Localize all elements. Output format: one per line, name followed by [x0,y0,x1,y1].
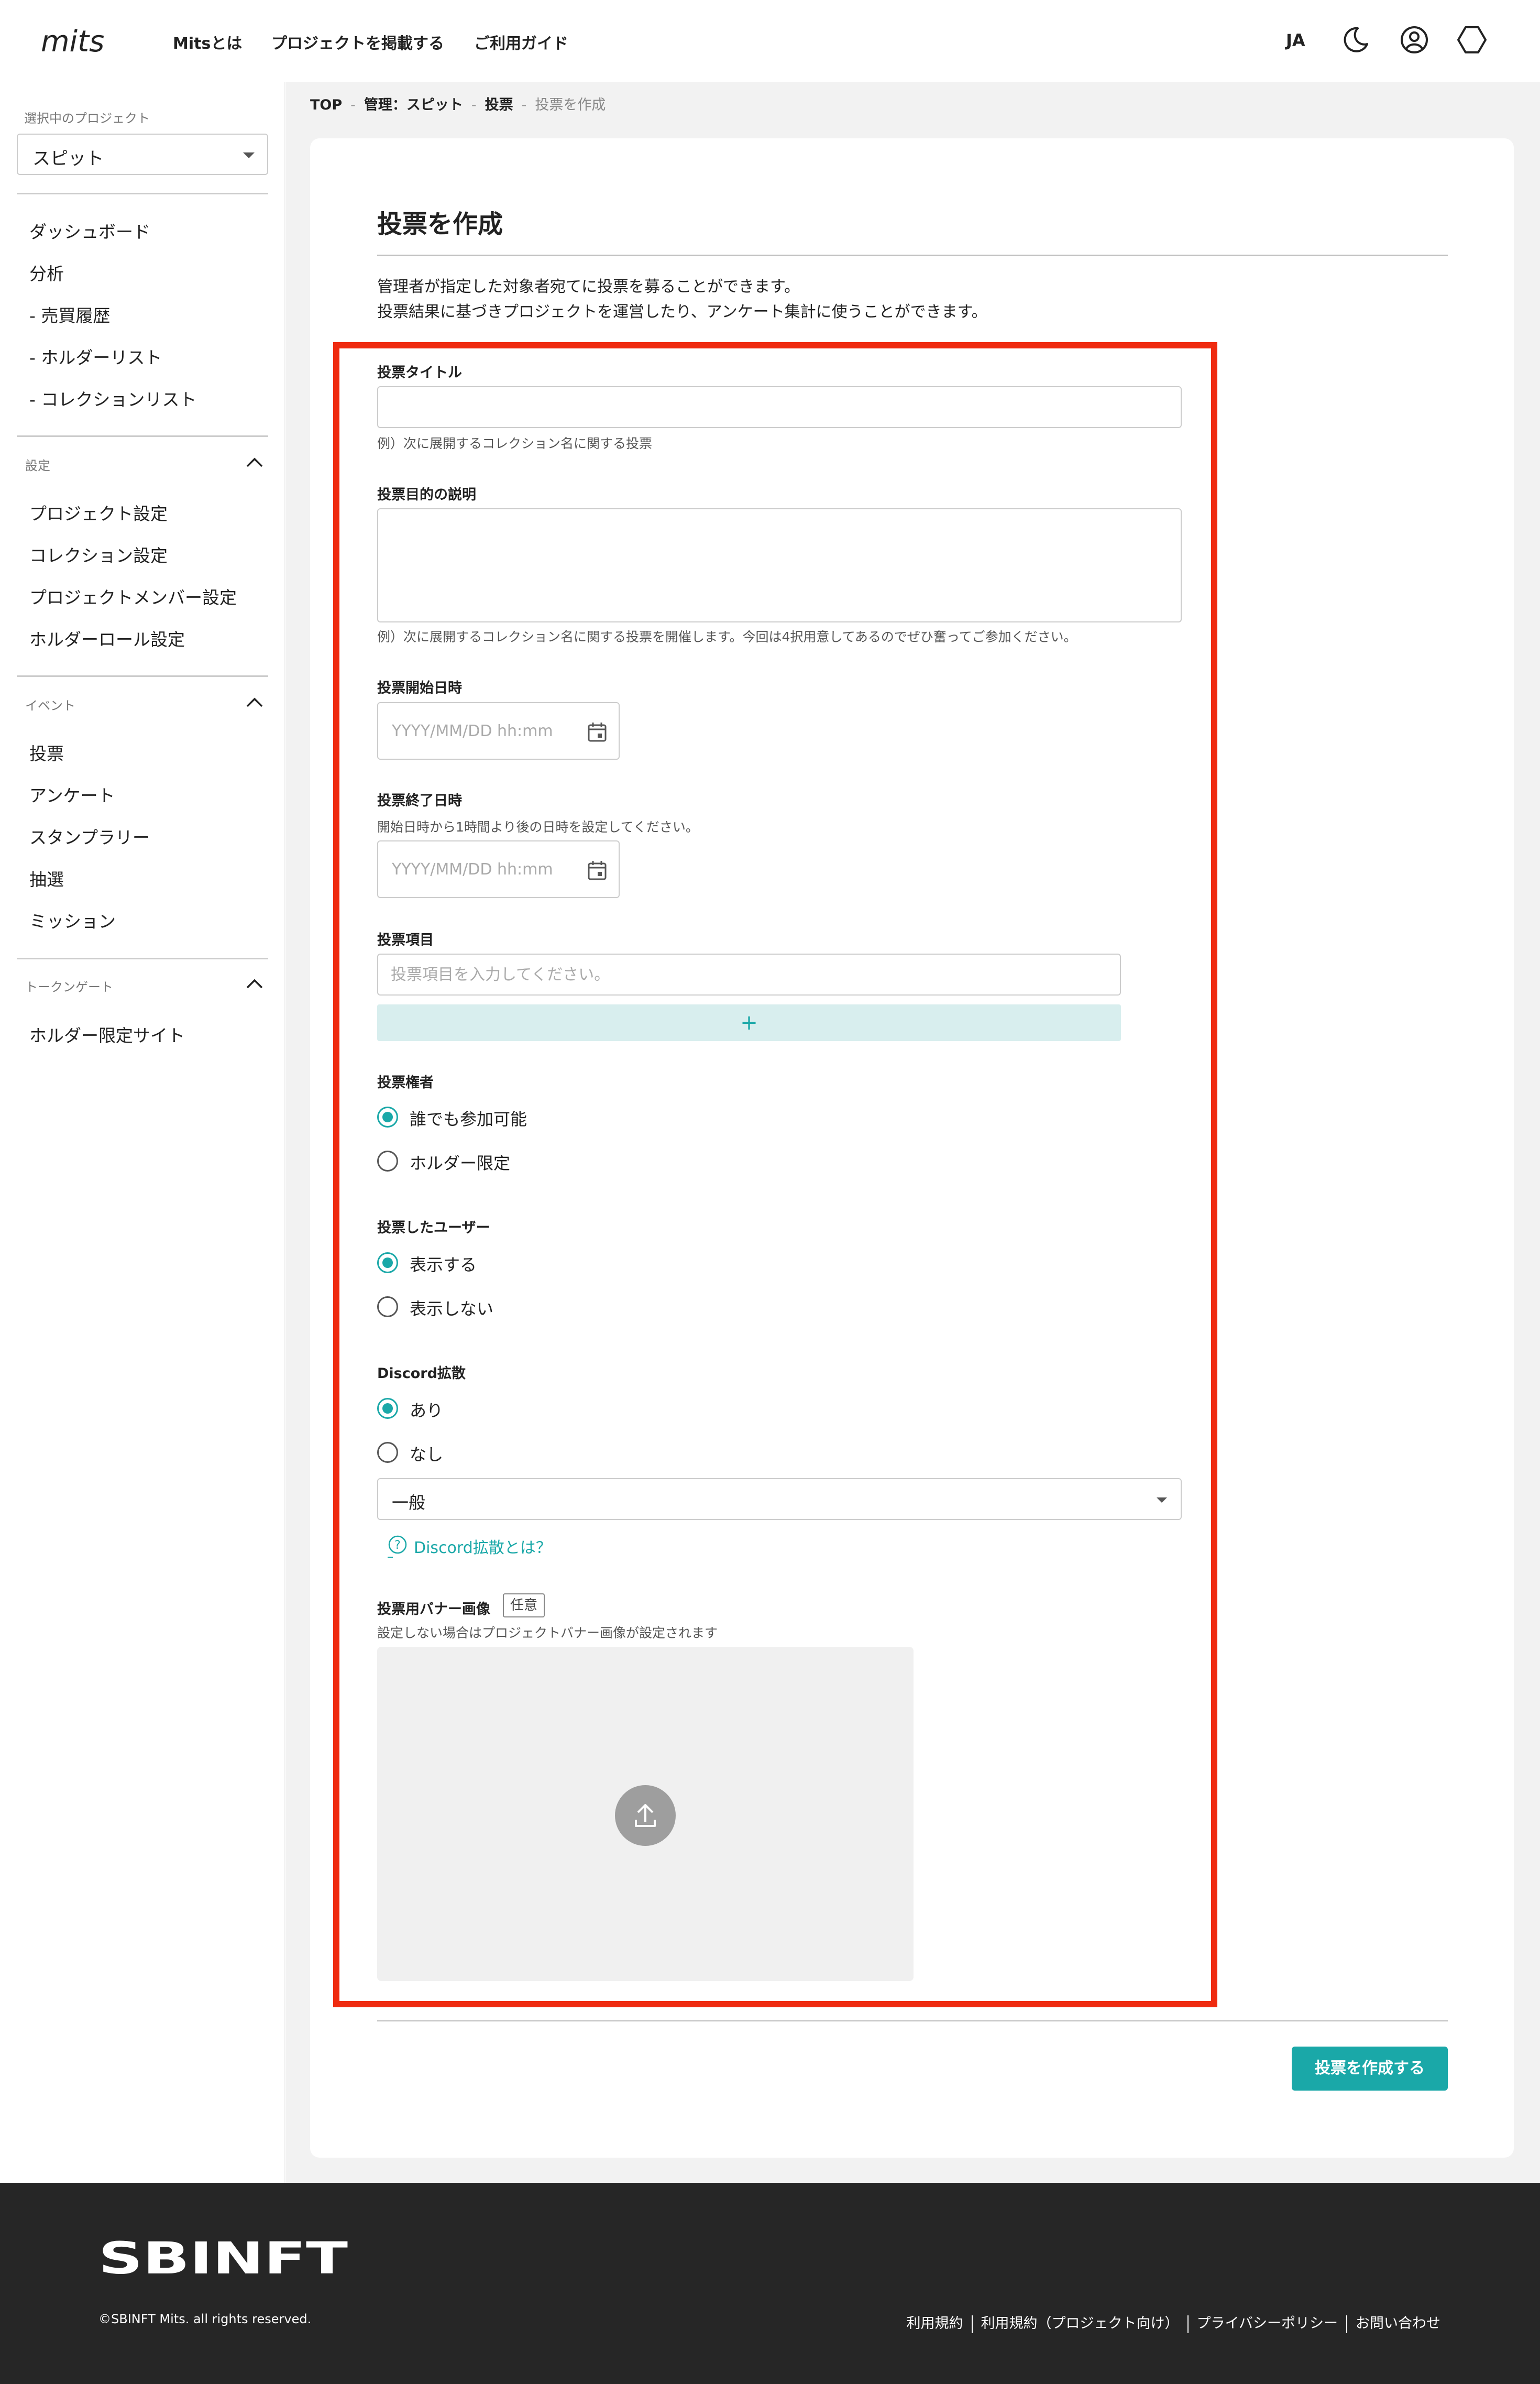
footer-separator [1187,2315,1189,2333]
footer-separator [971,2315,973,2333]
form-bottom-divider [377,2020,1448,2021]
account-icon[interactable] [1398,23,1431,57]
svg-text:mits: mits [41,25,104,59]
nav-about[interactable]: Mitsとは [173,30,242,53]
project-selected-value: スピット [32,148,104,169]
breadcrumb-project[interactable]: 管理：スピット [364,97,463,113]
sidebar-divider [17,675,268,677]
project-caption: 選択中のプロジェクト [24,111,150,126]
page-description-line-2: 投票結果に基づきプロジェクトを運営したり、アンケート集計に使うことができます。 [377,303,987,321]
sidebar-item-collection-settings[interactable]: コレクション設定 [29,542,168,567]
sidebar-item-holder-role-settings[interactable]: ホルダーロール設定 [29,626,185,651]
site-header: mits Mitsとは プロジェクトを掲載する ご利用ガイド JA [0,0,1540,82]
sidebar-item-member-settings[interactable]: プロジェクトメンバー設定 [29,584,237,609]
sidebar-item-analytics[interactable]: 分析 [29,260,64,285]
sidebar-item-vote[interactable]: 投票 [29,740,64,765]
sidebar-item-holder-list[interactable]: - ホルダーリスト [29,344,162,369]
sidebar-item-lottery[interactable]: 抽選 [29,866,64,891]
site-footer: SBINFT ©SBINFT Mits. all rights reserved… [0,2183,1540,2384]
breadcrumb-separator: - [471,97,477,113]
sidebar-item-survey[interactable]: アンケート [29,782,115,807]
language-switch[interactable]: JA [1286,30,1305,50]
footer-link-project-terms[interactable]: 利用規約（プロジェクト向け） [981,2315,1179,2332]
sidebar-item-dashboard[interactable]: ダッシュボード [29,218,150,243]
wallet-hexagon-icon[interactable] [1455,23,1489,57]
sidebar-item-collection-list[interactable]: - コレクションリスト [29,386,196,411]
nav-list-project[interactable]: プロジェクトを掲載する [271,30,444,53]
breadcrumb-separator: - [350,97,356,113]
breadcrumb-top[interactable]: TOP [310,97,342,113]
chevron-up-icon[interactable] [245,696,264,709]
breadcrumb-separator: - [521,97,527,113]
moon-icon[interactable] [1339,23,1372,57]
footer-link-privacy[interactable]: プライバシーポリシー [1197,2315,1338,2332]
caret-down-icon [243,152,255,158]
project-selector[interactable]: スピット [17,134,268,175]
sbinft-logo[interactable]: SBINFT [98,2233,350,2284]
sidebar: 選択中のプロジェクト スピット ダッシュボード 分析 - 売買履歴 - ホルダー… [0,82,285,2183]
footer-link-contact[interactable]: お問い合わせ [1356,2315,1440,2332]
sidebar-item-project-settings[interactable]: プロジェクト設定 [29,500,168,525]
chevron-up-icon[interactable] [245,456,264,469]
sidebar-section-settings[interactable]: 設定 [25,455,50,474]
sidebar-divider [17,435,268,437]
breadcrumb: TOP - 管理：スピット - 投票 - 投票を作成 [310,93,606,114]
sidebar-item-stamp-rally[interactable]: スタンプラリー [29,824,150,849]
sidebar-item-mission[interactable]: ミッション [29,907,116,933]
footer-links: 利用規約 利用規約（プロジェクト向け） プライバシーポリシー お問い合わせ [907,2312,1440,2333]
copyright: ©SBINFT Mits. all rights reserved. [98,2312,312,2326]
chevron-up-icon[interactable] [245,977,264,991]
annotation-highlight-box [333,342,1217,2007]
footer-link-terms[interactable]: 利用規約 [907,2315,963,2332]
svg-text:SBINFT: SBINFT [98,2237,348,2277]
footer-separator [1346,2315,1347,2333]
sidebar-divider [17,193,268,194]
breadcrumb-current: 投票を作成 [535,97,606,113]
sidebar-divider [17,958,268,959]
nav-guide[interactable]: ご利用ガイド [474,30,568,53]
page-title: 投票を作成 [377,210,503,239]
sidebar-item-holder-site[interactable]: ホルダー限定サイト [29,1022,185,1047]
create-vote-button[interactable]: 投票を作成する [1292,2047,1448,2091]
breadcrumb-vote[interactable]: 投票 [485,97,513,113]
sidebar-item-trade-history[interactable]: - 売買履歴 [29,302,110,327]
title-divider [377,255,1448,256]
mits-logo[interactable]: mits [41,23,130,60]
sidebar-section-events[interactable]: イベント [25,695,75,714]
sidebar-section-token-gate[interactable]: トークンゲート [25,977,113,995]
page-description-line-1: 管理者が指定した対象者宛てに投票を募ることができます。 [377,278,800,296]
